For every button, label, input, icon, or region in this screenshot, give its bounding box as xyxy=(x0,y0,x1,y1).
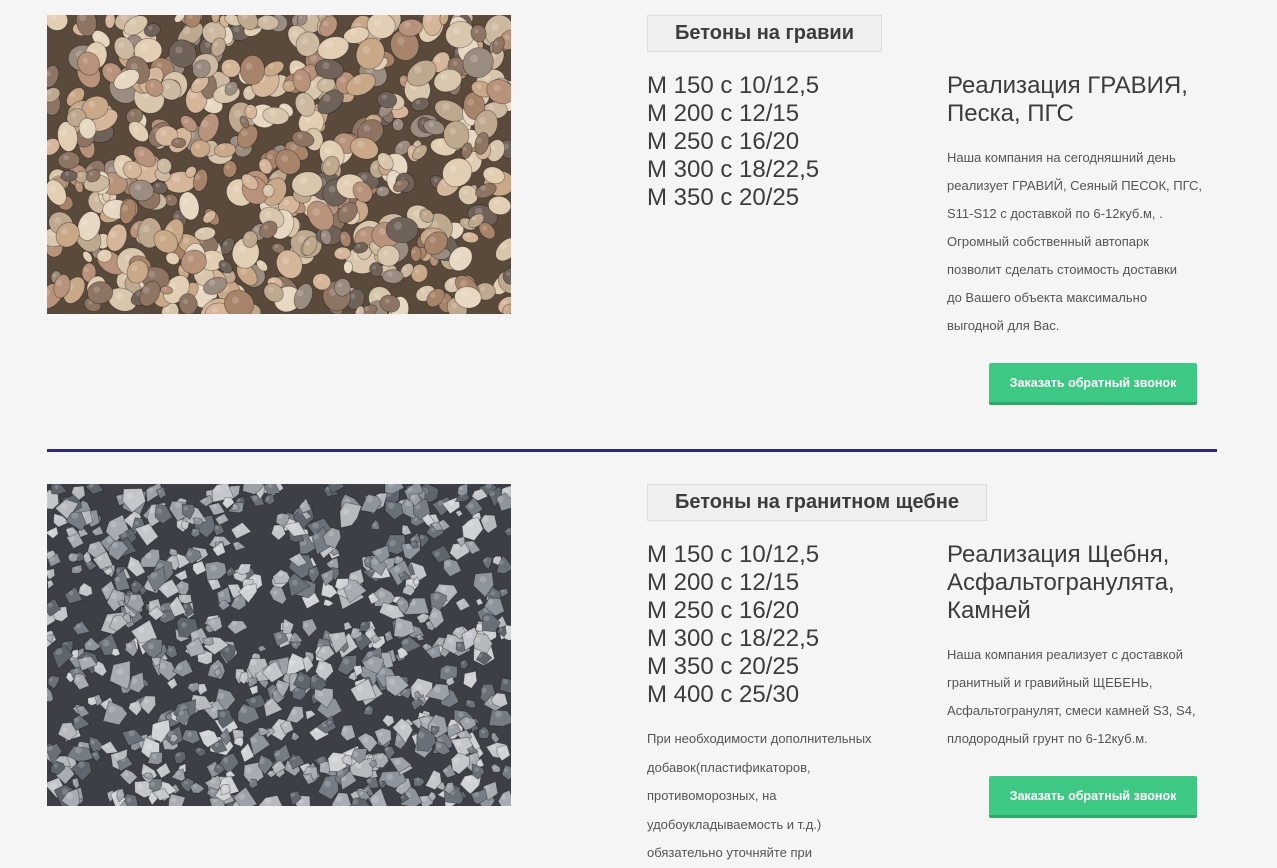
grade-item: М 150 с 10/12,5 xyxy=(647,541,819,569)
grade-item: М 250 с 16/20 xyxy=(647,597,819,625)
section-granite: Бетоны на гранитном щебне М 150 с 10/12,… xyxy=(0,0,1277,866)
grade-item: М 200 с 12/15 xyxy=(647,569,819,597)
concrete-grades-list: М 150 с 10/12,5 М 200 с 12/15 М 250 с 16… xyxy=(647,541,819,709)
section-title: Бетоны на гранитном щебне xyxy=(647,484,987,521)
additives-note: При необходимости дополнительных добавок… xyxy=(647,725,917,868)
sales-heading: Реализация Щебня, Асфальтогранулята, Кам… xyxy=(947,541,1237,625)
granite-photo xyxy=(47,484,511,806)
grade-item: М 400 с 25/30 xyxy=(647,681,819,709)
sales-description: Наша компания реализует с доставкой гран… xyxy=(947,641,1232,753)
grade-item: М 350 с 20/25 xyxy=(647,653,819,681)
granite-image xyxy=(47,484,511,806)
callback-button[interactable]: Заказать обратный звонок xyxy=(989,776,1197,818)
grade-item: М 300 с 18/22,5 xyxy=(647,625,819,653)
